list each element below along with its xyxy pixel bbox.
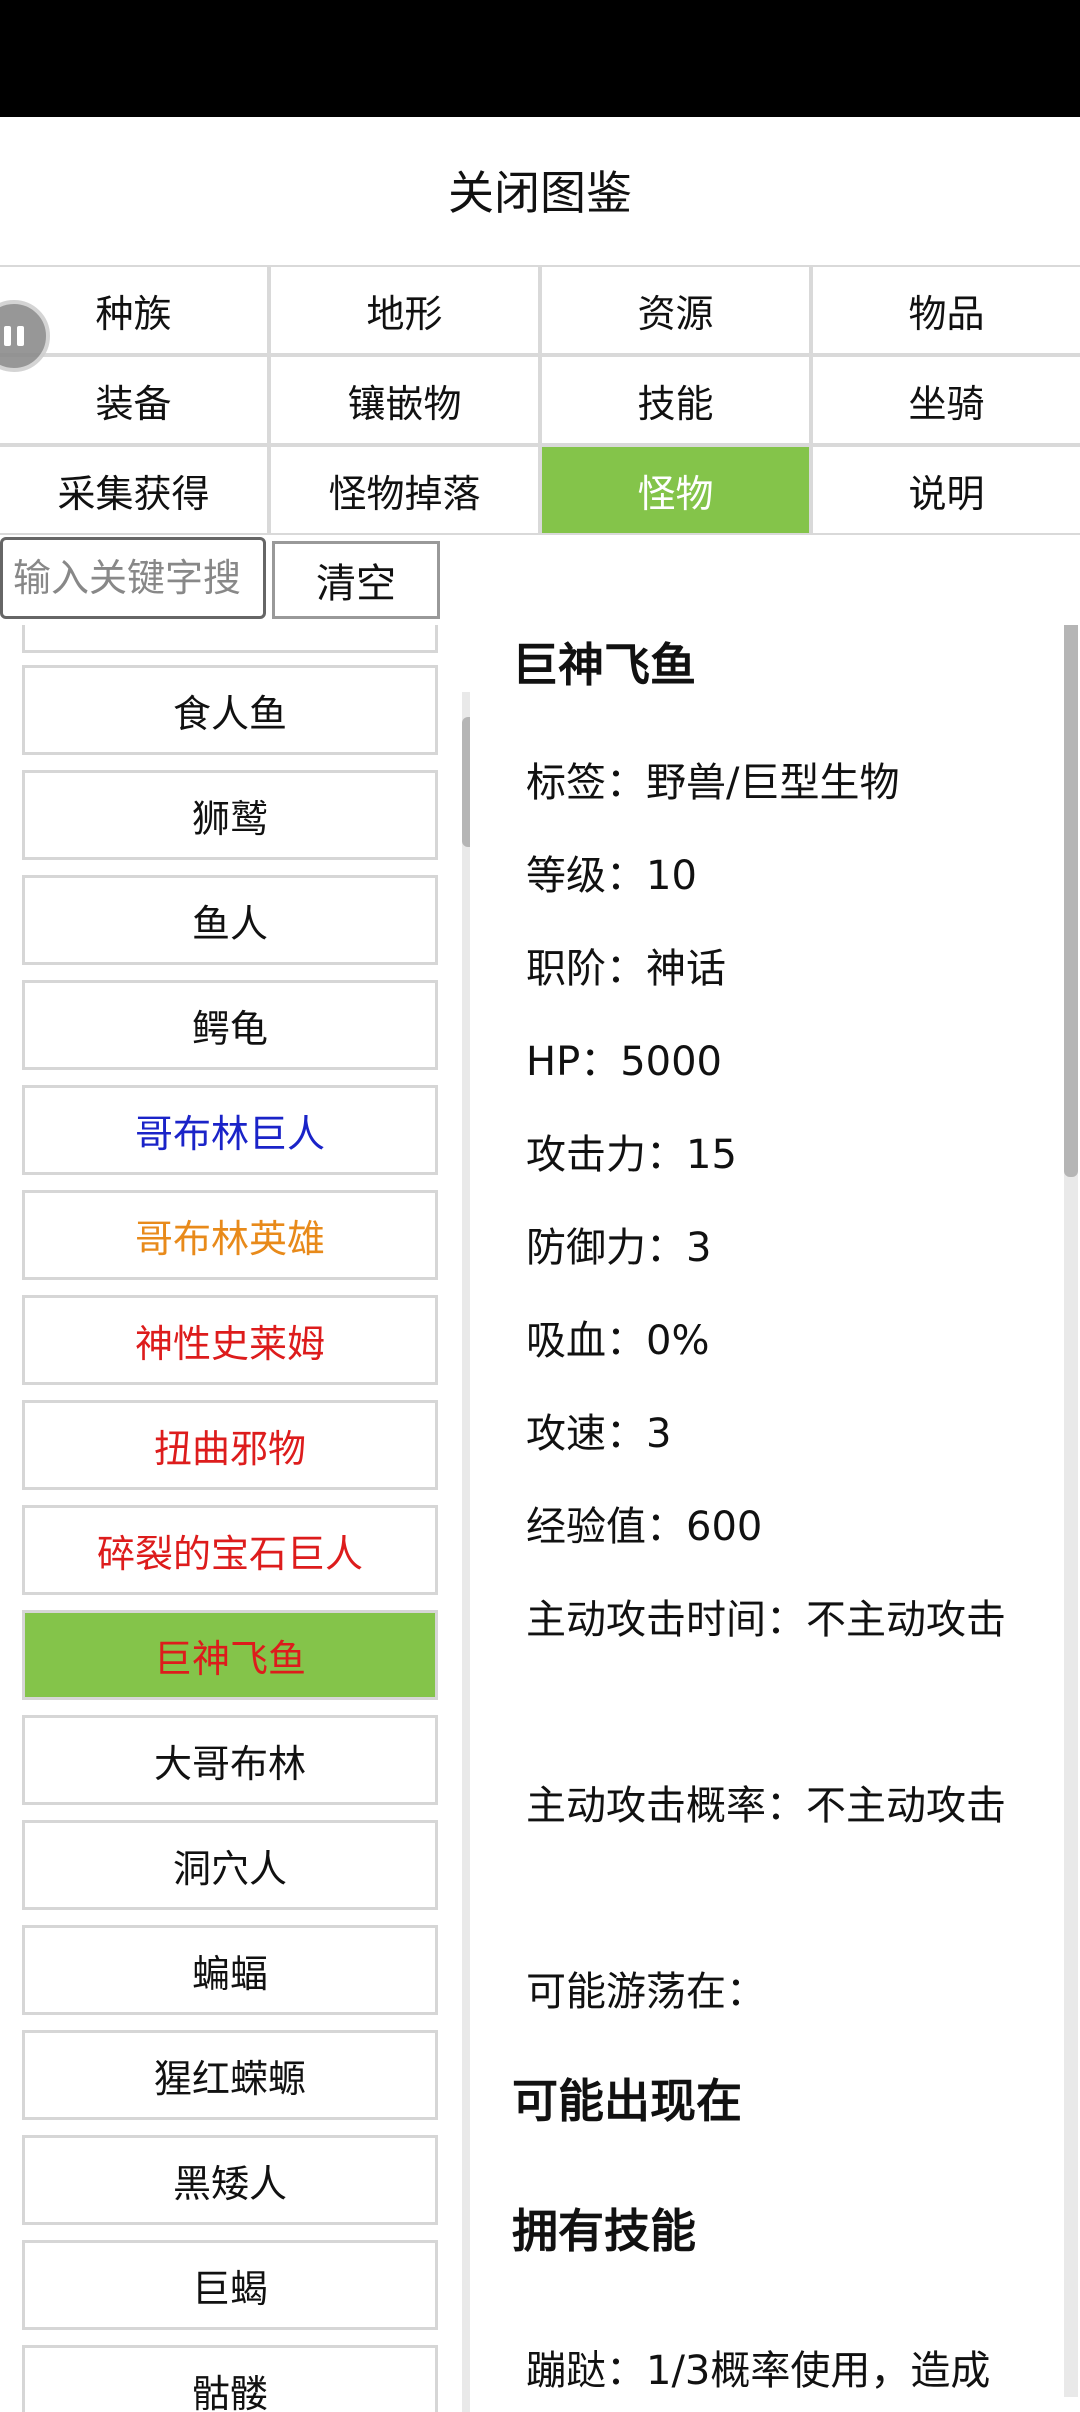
category-tab-label: 采集获得 <box>57 471 210 516</box>
category-tabs: 种族 地形 资源 物品装备 镶嵌物 技能 坐骑采集获得 怪物掉落 怪物 说明 <box>0 265 1080 535</box>
monster-list-item-label: 大哥布林 <box>153 1741 306 1786</box>
monster-name-heading: 巨神飞鱼 <box>512 638 696 692</box>
monster-list-item[interactable]: 洞穴人 <box>22 1820 438 1910</box>
stat-line: 攻速：3 <box>526 1411 672 1457</box>
category-tab[interactable]: 怪物 <box>542 447 809 533</box>
stat-line: 防御力：3 <box>526 1225 712 1271</box>
category-tab-label: 技能 <box>637 381 714 426</box>
monster-list-item[interactable]: 扭曲邪物 <box>22 1400 438 1490</box>
monster-list-item[interactable]: 神性史莱姆 <box>22 1295 438 1385</box>
search-placeholder: 输入关键字搜 <box>13 556 242 600</box>
stat-line: 吸血：0% <box>526 1318 710 1364</box>
category-tab-label: 物品 <box>908 291 985 336</box>
category-tab-label: 装备 <box>95 381 172 426</box>
category-tab[interactable]: 装备 <box>0 357 267 443</box>
category-tab[interactable]: 资源 <box>542 267 809 353</box>
monster-list-item[interactable]: 鱼人 <box>22 875 438 965</box>
list-scrollbar-thumb[interactable] <box>462 717 470 847</box>
category-tab-label: 地形 <box>366 291 443 336</box>
stat-line: 主动攻击时间：不主动攻击 <box>526 1597 1006 1643</box>
list-item-partial[interactable] <box>22 625 438 653</box>
monster-list-item-label: 神性史莱姆 <box>134 1321 325 1366</box>
pause-icon-bar <box>17 326 24 346</box>
monster-list-item[interactable]: 蝙蝠 <box>22 1925 438 2015</box>
stat-line: 攻击力：15 <box>526 1132 737 1178</box>
monster-list-item[interactable]: 鳄龟 <box>22 980 438 1070</box>
stat-line: HP：5000 <box>526 1039 722 1085</box>
page-title: 关闭图鉴 <box>448 166 632 220</box>
monster-list-item-label: 狮鹫 <box>191 796 268 841</box>
category-tab[interactable]: 说明 <box>813 447 1080 533</box>
category-tab[interactable]: 怪物掉落 <box>271 447 538 533</box>
monster-list-item-label: 碎裂的宝石巨人 <box>96 1531 363 1576</box>
monster-list-item[interactable]: 哥布林巨人 <box>22 1085 438 1175</box>
search-input[interactable]: 输入关键字搜 <box>0 537 266 619</box>
monster-list-item[interactable]: 狮鹫 <box>22 770 438 860</box>
monster-list-item-label: 鱼人 <box>191 901 268 946</box>
monster-list-item-label: 食人鱼 <box>172 691 287 736</box>
category-tab[interactable]: 坐骑 <box>813 357 1080 443</box>
category-tab-label: 种族 <box>95 291 172 336</box>
category-tab[interactable]: 采集获得 <box>0 447 267 533</box>
monster-list[interactable]: 食人鱼狮鹫鱼人鳄龟哥布林巨人哥布林英雄神性史莱姆扭曲邪物碎裂的宝石巨人 巨神飞鱼大… <box>0 625 470 2412</box>
monster-detail[interactable]: 巨神飞鱼 标签：野兽/巨型生物 等级：10 职阶：神话 HP：5000 攻击力：15 防御… <box>480 625 1080 2412</box>
monster-list-item-label: 黑矮人 <box>172 2161 287 2206</box>
stat-line: 可能游荡在： <box>526 1969 766 2015</box>
status-bar <box>0 0 1080 117</box>
section-appear-heading: 可能出现在 <box>512 2074 742 2128</box>
monster-list-item[interactable]: 大哥布林 <box>22 1715 438 1805</box>
monster-list-item-label: 蝙蝠 <box>191 1951 268 1996</box>
monster-list-item[interactable]: 食人鱼 <box>22 665 438 755</box>
monster-list-item[interactable]: 巨神飞鱼 <box>22 1610 438 1700</box>
monster-list-item[interactable]: 骷髅 <box>22 2345 438 2412</box>
detail-scrollbar[interactable] <box>1064 625 1078 2397</box>
monster-list-item-label: 扭曲邪物 <box>153 1426 306 1471</box>
clear-button[interactable]: 清空 <box>272 541 440 619</box>
monster-list-item-label: 骷髅 <box>191 2371 268 2412</box>
pause-icon <box>4 326 11 346</box>
category-tab[interactable]: 物品 <box>813 267 1080 353</box>
monster-list-item-label: 鳄龟 <box>191 1006 268 1051</box>
monster-list-item[interactable]: 猩红蝾螈 <box>22 2030 438 2120</box>
category-tab-label: 镶嵌物 <box>347 381 462 426</box>
monster-list-item[interactable]: 碎裂的宝石巨人 <box>22 1505 438 1595</box>
section-skills-heading: 拥有技能 <box>512 2204 696 2258</box>
stat-line: 等级：10 <box>526 853 697 899</box>
monster-list-item[interactable]: 哥布林英雄 <box>22 1190 438 1280</box>
clear-button-label: 清空 <box>316 561 396 607</box>
monster-list-item-label: 哥布林英雄 <box>134 1216 325 1261</box>
monster-list-item-label: 猩红蝾螈 <box>153 2056 306 2101</box>
category-tab[interactable]: 镶嵌物 <box>271 357 538 443</box>
category-tab-label: 怪物掉落 <box>328 471 481 516</box>
category-tab-label: 资源 <box>637 291 714 336</box>
monster-list-item-label: 巨神飞鱼 <box>153 1636 306 1681</box>
skill-line: 蹦跶：1/3概率使用，造成 <box>526 2348 991 2394</box>
monster-list-item[interactable]: 巨蝎 <box>22 2240 438 2330</box>
category-tab[interactable]: 地形 <box>271 267 538 353</box>
stat-line: 职阶：神话 <box>526 946 726 992</box>
search-bar: 输入关键字搜 清空 <box>0 537 460 621</box>
category-tab-label: 坐骑 <box>908 381 985 426</box>
list-scrollbar[interactable] <box>462 692 470 2412</box>
monster-list-item-label: 巨蝎 <box>191 2266 268 2311</box>
monster-list-item-label: 洞穴人 <box>172 1846 287 1891</box>
close-codex-button[interactable]: 关闭图鉴 <box>0 117 1080 263</box>
stat-line: 标签：野兽/巨型生物 <box>526 760 900 806</box>
category-tab[interactable]: 技能 <box>542 357 809 443</box>
monster-list-item-label: 哥布林巨人 <box>134 1111 325 1156</box>
stat-line: 主动攻击概率：不主动攻击 <box>526 1783 1006 1829</box>
stat-line: 经验值：600 <box>526 1504 763 1550</box>
monster-list-item[interactable]: 黑矮人 <box>22 2135 438 2225</box>
detail-scrollbar-thumb[interactable] <box>1064 625 1078 1177</box>
category-tab-label: 怪物 <box>637 471 714 516</box>
category-tab-label: 说明 <box>908 471 985 516</box>
